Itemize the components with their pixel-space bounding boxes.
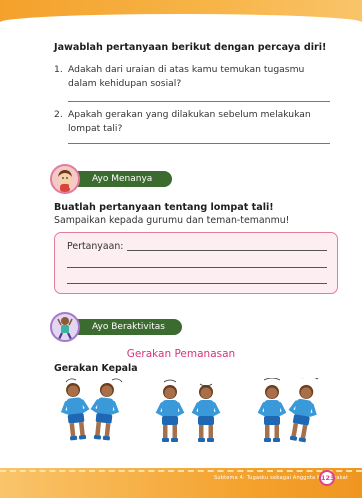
writing-line	[127, 250, 327, 251]
ayo-beraktivitas-label: Ayo Beraktivitas	[92, 322, 165, 332]
child-exercising-icon	[50, 312, 80, 342]
ask-instruction-title: Buatlah pertanyaan tentang lompat tali!	[54, 202, 274, 213]
answer-line	[68, 101, 330, 102]
warmup-section-title: Gerakan Pemanasan	[126, 348, 236, 360]
writing-line	[67, 283, 327, 284]
footer-dashed-line	[0, 470, 362, 472]
head-exercise-illustration	[60, 378, 322, 445]
page-number: 123	[319, 470, 335, 486]
question-number: 1.	[54, 64, 63, 75]
questions-title: Jawablah pertanyaan berikut dengan perca…	[54, 42, 327, 53]
question-box-label: Pertanyaan:	[67, 241, 124, 252]
textbook-page: Jawablah pertanyaan berikut dengan perca…	[0, 0, 362, 498]
question-text: Adakah dari uraian di atas kamu temukan …	[68, 64, 305, 89]
head-movement-subtitle: Gerakan Kepala	[54, 363, 138, 374]
footer-band	[0, 468, 362, 498]
ask-instruction-sub: Sampaikan kepada gurumu dan teman-temanm…	[54, 215, 290, 226]
answer-line	[68, 143, 330, 144]
question-box: Pertanyaan:	[54, 232, 338, 294]
question-text: Apakah gerakan yang dilakukan sebelum me…	[68, 109, 311, 134]
girl-thinking-icon	[50, 164, 80, 194]
writing-line	[67, 267, 327, 268]
question-number: 2.	[54, 109, 63, 120]
ayo-menanya-label: Ayo Menanya	[92, 174, 153, 184]
